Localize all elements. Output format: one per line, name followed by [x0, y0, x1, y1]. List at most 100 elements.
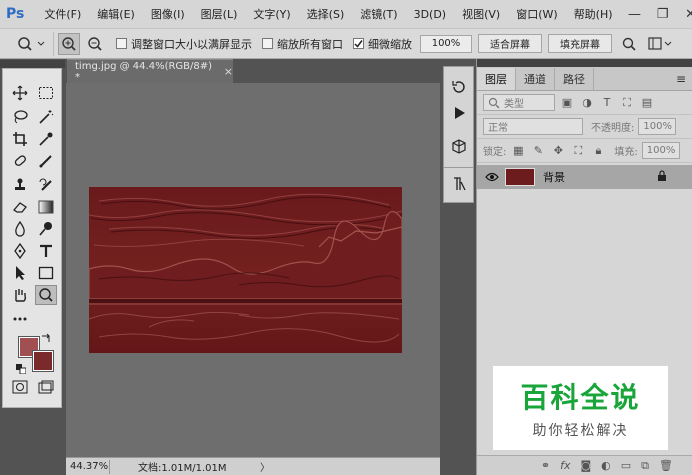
hand-icon	[15, 289, 27, 302]
canvas-area[interactable]	[66, 83, 440, 457]
link-icon[interactable]: ⚭	[541, 459, 550, 472]
search-button[interactable]	[618, 33, 640, 55]
menu-image[interactable]: 图像(I)	[143, 6, 193, 22]
adjustment-icon[interactable]: ◐	[601, 459, 611, 472]
layer-row[interactable]: 背景	[477, 165, 692, 189]
gradient-tool[interactable]	[35, 197, 57, 217]
lock-artboard-icon[interactable]: ⛶	[570, 143, 586, 159]
filter-smart-object-icon[interactable]: ▤	[639, 95, 655, 111]
workspace-switcher[interactable]	[646, 33, 676, 55]
lock-label: 锁定:	[483, 147, 507, 158]
3d-panel-button[interactable]	[448, 137, 470, 157]
tab-channels[interactable]: 通道	[516, 68, 555, 90]
paragraph-panel-button[interactable]	[448, 174, 470, 194]
zoom-all-windows-checkbox[interactable]	[262, 38, 273, 49]
lock-position-icon[interactable]: ✥	[550, 143, 566, 159]
history-brush-tool[interactable]	[35, 175, 57, 195]
menu-view[interactable]: 视图(V)	[454, 6, 508, 22]
new-layer-icon[interactable]: ⧉	[641, 459, 649, 473]
scrubby-zoom-option[interactable]: 细微缩放	[353, 36, 412, 52]
zoom-all-windows-option[interactable]: 缩放所有窗口	[262, 36, 343, 52]
visibility-toggle[interactable]	[483, 172, 501, 182]
layers-panel-header[interactable]	[477, 59, 692, 67]
menu-window[interactable]: 窗口(W)	[508, 6, 565, 22]
quick-mask-button[interactable]	[9, 377, 31, 397]
zoom-tool[interactable]	[35, 285, 57, 305]
lock-all-icon[interactable]: 🔒︎	[590, 143, 606, 159]
lasso-tool[interactable]	[9, 107, 31, 127]
history-panel-button[interactable]	[448, 77, 470, 97]
healing-brush-tool[interactable]	[9, 151, 31, 171]
group-icon[interactable]: ▭	[621, 459, 631, 472]
resize-windows-checkbox[interactable]	[116, 38, 127, 49]
document-image[interactable]	[89, 187, 402, 353]
actions-panel-button[interactable]	[448, 103, 470, 123]
mask-icon[interactable]: ◙	[580, 459, 591, 472]
default-colors-button[interactable]	[15, 363, 27, 375]
menu-help[interactable]: 帮助(H)	[566, 6, 621, 22]
screen-mode-button[interactable]	[35, 377, 57, 397]
opacity-field[interactable]: 100%	[638, 118, 677, 135]
filter-shape-icon[interactable]: ⛶	[619, 95, 635, 111]
restore-button[interactable]: ❐	[649, 0, 677, 28]
pen-tool[interactable]	[9, 241, 31, 261]
lock-pixels-icon[interactable]: ✎	[530, 143, 546, 159]
fx-icon[interactable]: fx	[560, 459, 570, 472]
water-drop-icon	[15, 221, 25, 237]
fill-field[interactable]: 100%	[641, 142, 680, 159]
eyedropper-tool[interactable]	[35, 129, 57, 149]
lock-row: 锁定: ▦ ✎ ✥ ⛶ 🔒︎ 填充: 100%	[477, 139, 692, 163]
options-bar: 调整窗口大小以满屏显示 缩放所有窗口 细微缩放 100% 适合屏幕 填充屏幕	[0, 28, 692, 59]
minimize-button[interactable]: —	[621, 0, 649, 28]
eraser-tool[interactable]	[9, 197, 31, 217]
tool-preset-picker[interactable]	[8, 31, 54, 56]
fill-screen-button[interactable]: 填充屏幕	[548, 34, 612, 53]
fit-screen-button[interactable]: 适合屏幕	[478, 34, 542, 53]
dodge-tool[interactable]	[35, 219, 57, 239]
scrubby-zoom-checkbox[interactable]	[353, 38, 364, 49]
edit-toolbar-button[interactable]	[9, 309, 31, 329]
blur-tool[interactable]	[9, 219, 31, 239]
close-window-button[interactable]: ✕	[677, 0, 692, 28]
status-zoom-field[interactable]: 44.37%	[68, 459, 110, 474]
delete-icon[interactable]: 🗑︎	[659, 459, 673, 472]
brush-tool[interactable]	[35, 151, 57, 171]
resize-windows-option[interactable]: 调整窗口大小以满屏显示	[116, 36, 252, 52]
move-tool[interactable]	[9, 83, 31, 103]
menu-layer[interactable]: 图层(L)	[193, 6, 246, 22]
menu-edit[interactable]: 编辑(E)	[89, 6, 143, 22]
filter-adjustment-icon[interactable]: ◑	[579, 95, 595, 111]
menu-select[interactable]: 选择(S)	[299, 6, 353, 22]
blend-mode-select[interactable]: 正常	[483, 118, 583, 135]
type-tool[interactable]	[35, 241, 57, 261]
swap-colors-button[interactable]	[39, 331, 53, 345]
menu-filter[interactable]: 滤镜(T)	[352, 6, 405, 22]
hand-tool[interactable]	[9, 285, 31, 305]
document-tab[interactable]: timg.jpg @ 44.4%(RGB/8#) * ×	[67, 59, 233, 83]
lock-transparency-icon[interactable]: ▦	[510, 143, 526, 159]
menu-file[interactable]: 文件(F)	[36, 6, 89, 22]
magic-wand-tool[interactable]	[35, 107, 57, 127]
menu-type[interactable]: 文字(Y)	[245, 6, 298, 22]
marquee-tool[interactable]	[35, 83, 57, 103]
zoom-percent-field[interactable]: 100%	[420, 34, 472, 53]
status-menu-arrow[interactable]: 〉	[260, 459, 270, 474]
crop-tool[interactable]	[9, 129, 31, 149]
menu-3d[interactable]: 3D(D)	[406, 8, 455, 21]
filter-type-icon[interactable]: T	[599, 95, 615, 111]
close-document-icon[interactable]: ×	[224, 65, 233, 78]
path-selection-tool[interactable]	[9, 263, 31, 283]
tab-paths[interactable]: 路径	[555, 68, 594, 90]
zoom-in-button[interactable]	[58, 32, 80, 55]
more-icon	[13, 317, 27, 321]
panel-menu-icon[interactable]: ≡	[676, 72, 686, 86]
filter-kind-select[interactable]: 类型	[483, 94, 555, 111]
filter-pixel-icon[interactable]: ▣	[559, 95, 575, 111]
clone-stamp-tool[interactable]	[9, 175, 31, 195]
toolbox-header[interactable]	[0, 60, 65, 68]
rectangle-tool[interactable]	[35, 263, 57, 283]
zoom-out-button[interactable]	[84, 33, 106, 55]
background-color-swatch[interactable]	[32, 350, 54, 372]
tab-layers[interactable]: 图层	[477, 68, 516, 90]
layer-name[interactable]: 背景	[543, 169, 565, 185]
